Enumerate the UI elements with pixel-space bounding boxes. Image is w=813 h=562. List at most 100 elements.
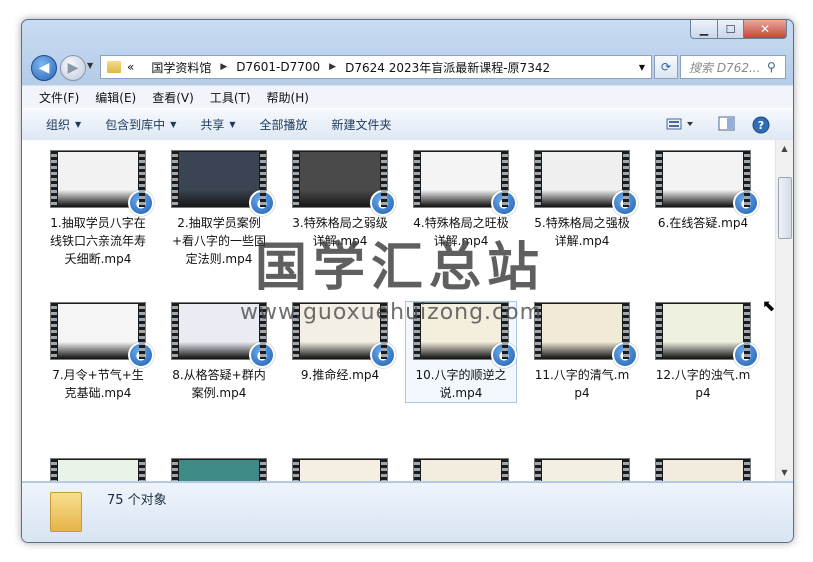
breadcrumb-item-1[interactable]: 国学资料馆 <box>151 59 211 76</box>
file-name: 5.特殊格局之强极详解.mp4 <box>534 216 630 248</box>
file-name: 11.八字的清气.mp4 <box>534 368 630 400</box>
thumbnail-frame <box>58 304 138 358</box>
details-pane: 75 个对象 <box>22 482 793 542</box>
minimize-button[interactable]: ▁ <box>690 20 718 39</box>
thumbnail-frame <box>663 304 743 358</box>
file-name: 12.八字的浊气.mp4 <box>655 368 751 400</box>
file-name: 2.抽取学员案例+看八字的一些固定法则.mp4 <box>171 216 267 266</box>
file-item[interactable]: ● 11.八字的清气.mp4 <box>527 302 638 402</box>
video-thumbnail: ● <box>171 302 275 368</box>
breadcrumb-overflow[interactable]: « <box>127 60 134 74</box>
refresh-icon: ⟳ <box>660 60 672 74</box>
menu-edit[interactable]: 编辑(E) <box>95 89 136 106</box>
file-item[interactable]: ● 10.八字的顺逆之说.mp4 <box>405 301 517 403</box>
navigation-row: ◀ ▶ ▼ « 国学资料馆 ▶ D7601-D7700 ▶ D7624 2023… <box>22 52 793 82</box>
thumbnail-frame <box>663 152 743 206</box>
file-item[interactable]: ● 3.特殊格局之弱级详解.mp4 <box>285 150 396 250</box>
file-item[interactable]: ● 6.在线答疑.mp4 <box>648 150 759 232</box>
file-list: ▲ ▼ ● 1.抽取学员八字在线铁口六亲流年寿夭细断.mp4 ● 2.抽取学员案例+看… <box>22 140 793 481</box>
thumbnail-frame <box>421 460 501 481</box>
menu-tools[interactable]: 工具(T) <box>210 89 251 106</box>
file-item[interactable]: ● 7.月令+节气+生克基础.mp4 <box>43 302 154 402</box>
search-icon[interactable]: ⚲ <box>767 60 781 74</box>
caption-buttons: ▁ ☐ ✕ <box>690 20 787 39</box>
menu-help[interactable]: 帮助(H) <box>267 89 309 106</box>
svg-text:?: ? <box>758 119 764 132</box>
organize-button[interactable]: 组织 ▼ <box>46 116 81 133</box>
explorer-window: ▁ ☐ ✕ ◀ ▶ ▼ « 国学资料馆 ▶ D7601-D7700 ▶ D762… <box>21 19 794 543</box>
address-bar[interactable]: « 国学资料馆 ▶ D7601-D7700 ▶ D7624 2023年盲派最新课… <box>100 55 652 79</box>
maximize-button[interactable]: ☐ <box>718 20 744 39</box>
chevron-down-icon: ▼ <box>229 120 236 129</box>
file-item[interactable]: ● <box>406 458 516 481</box>
object-count: 75 个对象 <box>107 493 167 508</box>
search-input[interactable]: 搜索 D762... ⚲ <box>680 55 786 79</box>
file-item[interactable]: ● 9.推命经.mp4 <box>285 302 396 384</box>
preview-pane-icon[interactable] <box>718 116 736 136</box>
video-thumbnail: ● <box>50 150 154 216</box>
media-player-icon: ● <box>491 342 517 368</box>
refresh-button[interactable]: ⟳ <box>654 55 678 79</box>
file-item[interactable]: ● <box>285 458 395 481</box>
menu-bar: 文件(F) 编辑(E) 查看(V) 工具(T) 帮助(H) <box>22 85 793 108</box>
video-thumbnail: ● <box>655 458 751 481</box>
file-item[interactable]: ● 8.从格答疑+群内案例.mp4 <box>164 302 275 402</box>
video-thumbnail: ● <box>50 302 154 368</box>
share-button[interactable]: 共享 ▼ <box>200 116 235 133</box>
breadcrumb-item-2[interactable]: D7601-D7700 <box>236 60 320 74</box>
file-item[interactable]: ● <box>43 458 153 481</box>
breadcrumb-item-3[interactable]: D7624 2023年盲派最新课程-原7342 <box>345 59 550 76</box>
vertical-scrollbar[interactable]: ▲ ▼ <box>775 140 793 481</box>
file-item[interactable]: ● 1.抽取学员八字在线铁口六亲流年寿夭细断.mp4 <box>43 150 154 268</box>
new-folder-button[interactable]: 新建文件夹 <box>332 116 392 133</box>
folder-icon <box>107 61 121 73</box>
video-thumbnail: ● <box>534 150 638 216</box>
file-item[interactable]: ● 12.八字的浊气.mp4 <box>648 302 759 402</box>
file-item[interactable]: ● <box>527 458 637 481</box>
media-player-icon: ● <box>612 190 638 216</box>
thumbnail-frame <box>421 152 501 206</box>
thumbnail-frame <box>542 152 622 206</box>
file-item[interactable]: ● <box>648 458 758 481</box>
address-dropdown-icon[interactable]: ▼ <box>639 63 645 72</box>
forward-arrow-icon: ▶ <box>67 60 79 76</box>
file-name: 4.特殊格局之旺极详解.mp4 <box>413 216 509 248</box>
folder-icon <box>50 492 82 532</box>
command-bar: 组织 ▼ 包含到库中 ▼ 共享 ▼ 全部播放 新建文件夹 ? <box>22 108 793 141</box>
scrollbar-thumb[interactable] <box>778 177 792 239</box>
video-thumbnail: ● <box>413 150 517 216</box>
video-thumbnail: ● <box>655 302 759 368</box>
thumbnail-frame <box>179 152 259 206</box>
media-player-icon: ● <box>249 190 275 216</box>
close-button[interactable]: ✕ <box>744 20 787 39</box>
file-name: 6.在线答疑.mp4 <box>657 216 749 230</box>
media-player-icon: ● <box>612 342 638 368</box>
play-all-button[interactable]: 全部播放 <box>260 116 308 133</box>
thumbnail-frame <box>542 304 622 358</box>
scroll-down-icon[interactable]: ▼ <box>776 464 793 481</box>
menu-view[interactable]: 查看(V) <box>152 89 194 106</box>
breadcrumb-sep-icon[interactable]: ▶ <box>329 62 336 72</box>
file-name: 7.月令+节气+生克基础.mp4 <box>52 368 144 400</box>
thumbnail-frame <box>179 304 259 358</box>
breadcrumb-sep-icon[interactable]: ▶ <box>220 62 227 72</box>
mouse-cursor-icon: ⬉ <box>762 296 776 315</box>
recent-pages-dropdown-icon[interactable]: ▼ <box>87 61 93 70</box>
help-icon[interactable]: ? <box>752 116 770 138</box>
file-item[interactable]: ● <box>164 458 274 481</box>
thumbnail-frame <box>300 460 380 481</box>
forward-button[interactable]: ▶ <box>60 55 86 81</box>
file-item[interactable]: ● 2.抽取学员案例+看八字的一些固定法则.mp4 <box>164 150 275 268</box>
scroll-up-icon[interactable]: ▲ <box>776 140 793 157</box>
include-in-library-button[interactable]: 包含到库中 ▼ <box>105 116 176 133</box>
media-player-icon: ● <box>249 342 275 368</box>
file-name: 8.从格答疑+群内案例.mp4 <box>172 368 266 400</box>
view-options-icon[interactable] <box>666 116 696 136</box>
menu-file[interactable]: 文件(F) <box>39 89 79 106</box>
video-thumbnail: ● <box>292 302 396 368</box>
file-name: 10.八字的顺逆之说.mp4 <box>415 368 507 400</box>
file-item[interactable]: ● 4.特殊格局之旺极详解.mp4 <box>406 150 517 250</box>
file-item[interactable]: ● 5.特殊格局之强极详解.mp4 <box>527 150 638 250</box>
thumbnail-frame <box>300 152 380 206</box>
back-button[interactable]: ◀ <box>31 55 57 81</box>
